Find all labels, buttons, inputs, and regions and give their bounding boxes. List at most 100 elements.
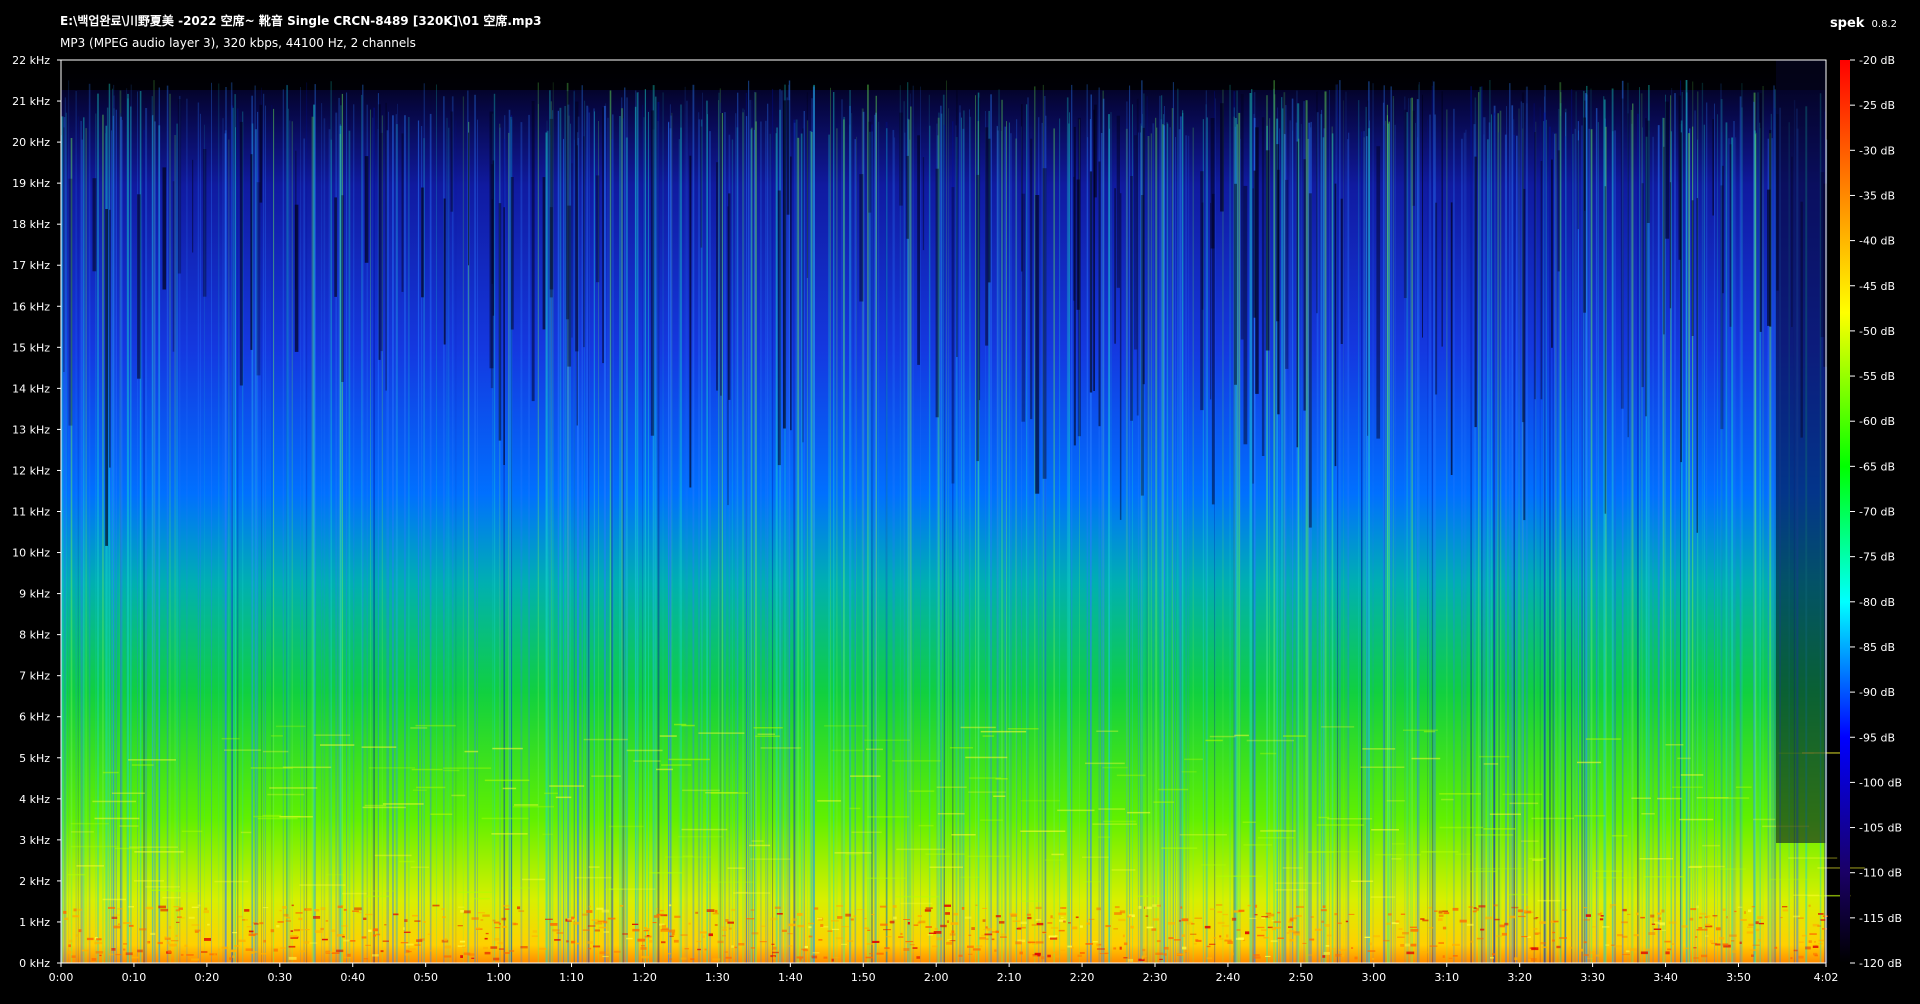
spectrum-hotspot (1583, 919, 1590, 921)
spectrum-gap (777, 190, 781, 466)
spectrum-streak (1179, 116, 1182, 963)
spectrum-hotspot (1127, 958, 1134, 962)
spectrum-harmonic (1321, 726, 1355, 728)
spectrum-streak (634, 106, 637, 964)
spectrum-hotspot (1491, 953, 1495, 956)
spectrum-streak (115, 109, 117, 963)
spectrum-streak (545, 132, 548, 963)
spectrum-streak (1283, 92, 1286, 963)
spectrum-hotspot (1031, 923, 1037, 926)
spectrum-harmonic (1127, 811, 1151, 814)
spectrum-streak (752, 100, 753, 964)
spectrum-hotspot (1249, 917, 1257, 919)
spectrum-hotspot (1215, 904, 1223, 906)
spectrum-hotspot (814, 907, 819, 910)
spectrum-streak (1215, 98, 1216, 963)
spectrum-harmonic (269, 787, 318, 789)
spectrum-hotspot (1752, 944, 1760, 946)
spectrum-hotspot (833, 957, 840, 959)
spectrum-harmonic (221, 737, 240, 740)
spectrum-hotspot (1521, 936, 1529, 938)
spectrum-hotspot (1127, 915, 1132, 918)
spectrum-harmonic (549, 785, 585, 787)
spectrum-streak (867, 84, 869, 964)
spectrum-harmonic (279, 816, 313, 818)
spectrum-streak (1161, 95, 1163, 964)
spectrum-streak (1320, 114, 1323, 964)
spectrum-hotspot (820, 924, 824, 927)
spectrum-streak (1417, 137, 1419, 963)
spectrum-streak (684, 86, 686, 964)
spectrum-hotspot (907, 922, 910, 925)
spectrum-hotspot (175, 909, 180, 912)
spectrum-hotspot (1019, 951, 1023, 955)
spectrum-harmonic (1234, 734, 1249, 737)
spectrum-streak (1518, 108, 1520, 963)
spectrum-hotspot (137, 949, 143, 953)
db-tick-label: -60 dB (1859, 415, 1895, 428)
spectrum-hotspot (1599, 918, 1604, 921)
spectrum-gap (1253, 170, 1256, 318)
spectrum-harmonic (410, 866, 430, 868)
spectrum-hotspot (179, 917, 185, 919)
spectrum-hotspot (1429, 945, 1438, 947)
spectrum-hotspot (1470, 940, 1474, 943)
spectrum-harmonic (71, 831, 94, 833)
spectrum-gap (1277, 169, 1280, 415)
spectrum-hotspot (1302, 942, 1307, 944)
spectrum-hotspot (408, 948, 416, 951)
spectrum-hotspot (1020, 921, 1027, 925)
spectrum-harmonic (1793, 894, 1820, 896)
spectrum-hotspot (463, 952, 471, 956)
spectrum-streak (230, 82, 233, 963)
spectrum-streak (1509, 83, 1511, 964)
spectrum-streak (388, 111, 389, 964)
spectrum-hotspot (1230, 952, 1234, 956)
spectrum-streak (1630, 109, 1632, 963)
spectrum-harmonic (668, 758, 710, 761)
spectrum-hotspot (1526, 906, 1529, 909)
spectrum-hotspot (443, 938, 448, 942)
spectrum-harmonic (1612, 835, 1628, 837)
spectrum-streak (1418, 84, 1420, 963)
spectrum-hotspot (944, 904, 951, 907)
spectrum-streak (127, 98, 129, 963)
spectrum-harmonic (263, 750, 289, 753)
spectrum-streak (871, 131, 873, 963)
spectrum-hotspot (856, 909, 864, 911)
spectrum-hotspot (594, 921, 603, 925)
spectrum-streak (1006, 121, 1007, 964)
spectrum-hotspot (343, 908, 347, 911)
spectrum-hotspot (1061, 916, 1064, 918)
spectrum-hotspot (913, 924, 919, 926)
spectrum-hotspot (1644, 948, 1651, 951)
spectrum-gap (1114, 188, 1116, 344)
spectrum-streak (1549, 126, 1551, 964)
spectrum-hotspot (1748, 923, 1754, 926)
spectrum-hotspot (1130, 925, 1134, 929)
spectrum-streak (1066, 97, 1069, 963)
spectrum-harmonic (1391, 858, 1402, 860)
spectrum-streak (1461, 138, 1463, 964)
spectrum-hotspot (781, 929, 787, 932)
spectrum-harmonic (866, 877, 906, 879)
frequency-tick-label: 21 kHz (12, 95, 50, 108)
spectrum-hotspot (1820, 919, 1826, 921)
spectrum-hotspot (986, 938, 989, 940)
spectrum-streak (1478, 92, 1480, 964)
spectrum-hotspot (545, 918, 553, 920)
spectrum-hotspot (483, 946, 488, 950)
spectrum-streak (742, 108, 744, 963)
time-tick-label: 1:20 (632, 971, 657, 984)
spectrum-hotspot (1402, 932, 1409, 935)
spectrum-gap (1583, 117, 1586, 313)
spectrum-streak (1674, 93, 1676, 964)
spectrum-hotspot (189, 952, 197, 954)
spectrum-harmonic (949, 747, 973, 749)
spectrum-streak (878, 121, 880, 964)
frequency-tick-label: 13 kHz (12, 423, 50, 436)
spectrum-gap (868, 121, 872, 213)
spectrum-hotspot (1714, 916, 1717, 918)
spectrum-hotspot (1155, 952, 1164, 955)
spectrum-gap (1577, 140, 1579, 230)
